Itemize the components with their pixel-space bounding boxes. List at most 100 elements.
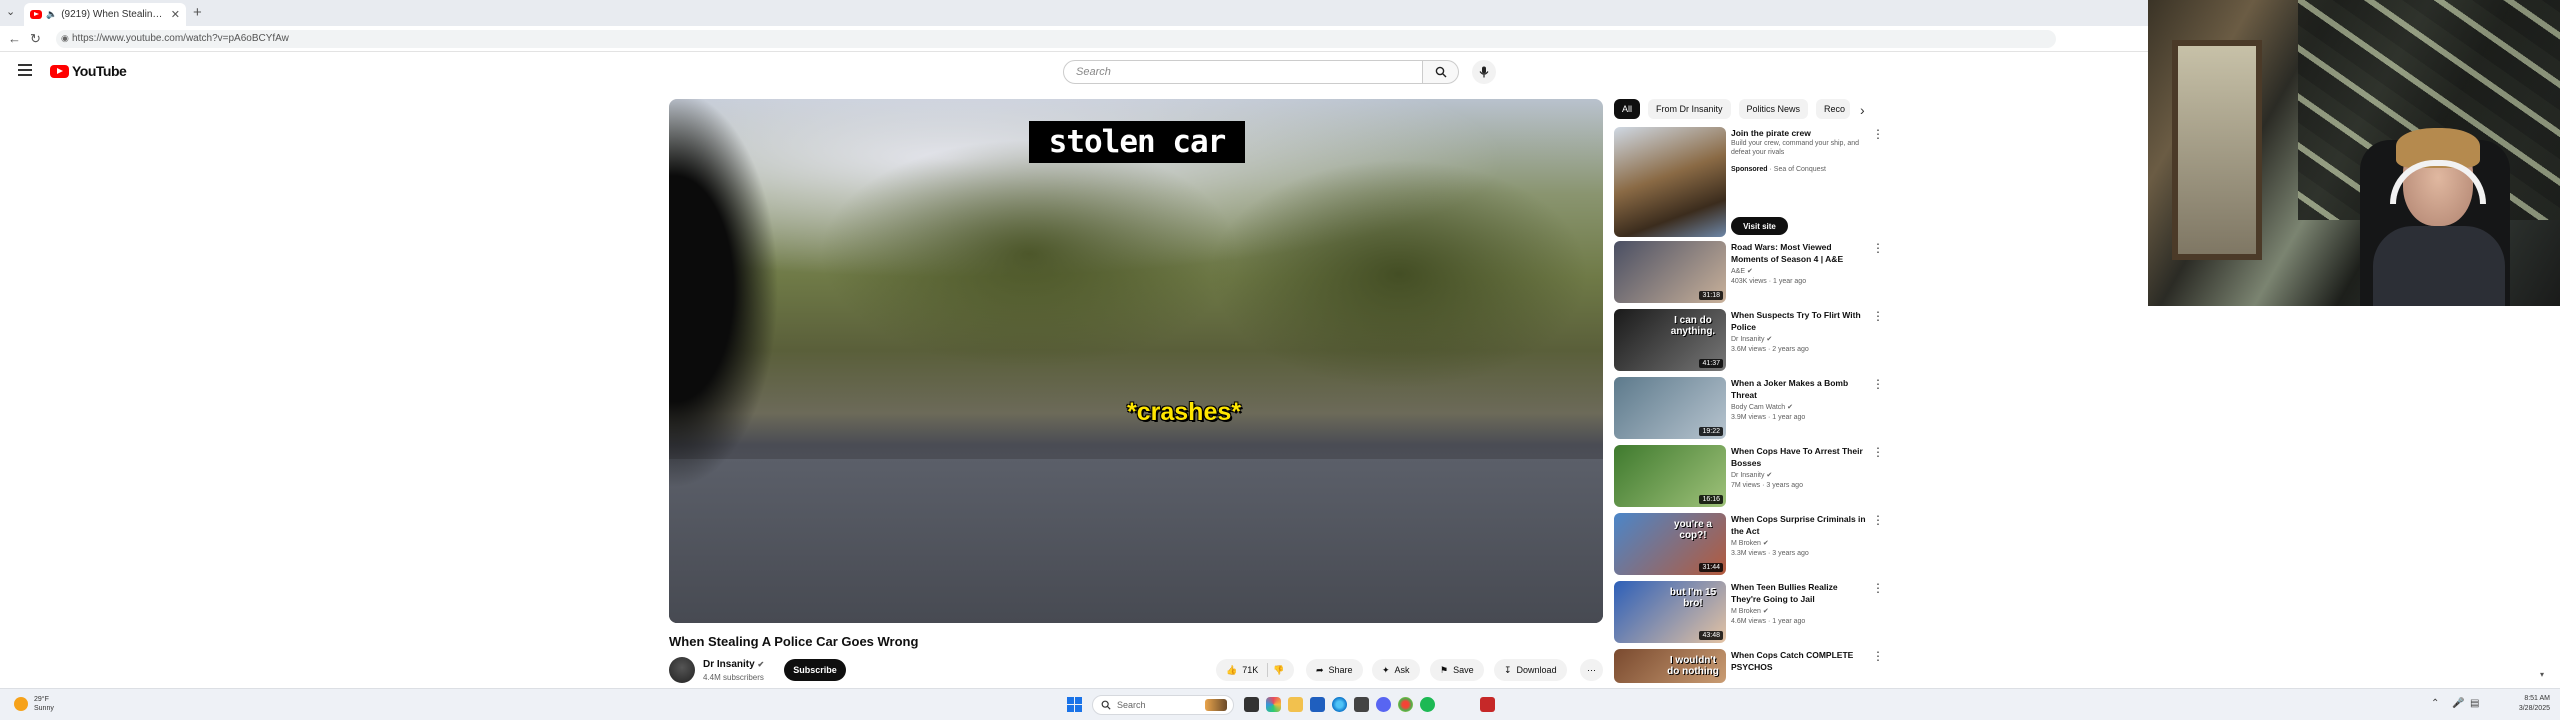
more-vertical-icon[interactable]: ⋮ (1872, 309, 1884, 323)
related-video-channel[interactable]: Dr Insanity ✔ (1731, 471, 1772, 479)
start-button[interactable] (1067, 697, 1082, 712)
share-button[interactable]: ➦ Share (1306, 659, 1363, 681)
related-video-channel[interactable]: Dr Insanity ✔ (1731, 335, 1772, 343)
related-video-meta: 7M views · 3 years ago (1731, 482, 1803, 489)
verified-icon: ✔ (1766, 472, 1773, 479)
voice-search-button[interactable] (1472, 60, 1496, 84)
new-tab-button[interactable]: + (193, 4, 202, 21)
discord-icon[interactable] (1376, 697, 1391, 712)
chip-recommended[interactable]: Reco (1816, 99, 1851, 119)
thumbnail-overlay-text: you're a cop?! (1674, 519, 1712, 541)
video-thumbnail[interactable]: you're a cop?! 31:44 (1614, 513, 1726, 575)
speaker-icon[interactable]: 🔈 (46, 9, 57, 20)
related-video-title[interactable]: When Suspects Try To Flirt With Police (1731, 309, 1869, 333)
channel-name[interactable]: Dr Insanity ✔ (703, 659, 764, 670)
back-arrow-icon[interactable]: ← (8, 31, 21, 46)
ad-thumbnail[interactable] (1614, 127, 1726, 237)
youtube-logo[interactable]: YouTube (50, 63, 127, 79)
related-video-title[interactable]: When a Joker Makes a Bomb Threat (1731, 377, 1869, 401)
tray-chevron-icon[interactable]: ⌃ (2431, 698, 2439, 709)
verified-icon: ✔ (1762, 608, 1769, 615)
more-actions-button[interactable]: ⋯ (1580, 659, 1603, 681)
related-video-meta: 3.3M views · 3 years ago (1731, 550, 1809, 557)
store-icon[interactable] (1310, 697, 1325, 712)
chip-politics-news[interactable]: Politics News (1738, 99, 1809, 119)
chevron-right-icon[interactable]: › (1860, 102, 1865, 118)
channel-avatar[interactable] (669, 657, 695, 683)
tab-list-chevron-icon[interactable]: ⌄ (6, 5, 15, 18)
video-thumbnail[interactable]: 19:22 (1614, 377, 1726, 439)
ad-title: Join the pirate crew (1731, 128, 1811, 138)
video-thumbnail[interactable]: I wouldn't do nothing (1614, 649, 1726, 683)
chip-all[interactable]: All (1614, 99, 1641, 119)
related-video-title[interactable]: When Cops Surprise Criminals in the Act (1731, 513, 1869, 537)
related-video-item[interactable]: 19:22 When a Joker Makes a Bomb Threat Bod… (1614, 377, 1884, 439)
app-icon[interactable] (1354, 697, 1369, 712)
url-field[interactable]: ◉ https://www.youtube.com/watch?v=pA6oBC… (56, 30, 2056, 48)
related-video-channel[interactable]: M Broken ✔ (1731, 539, 1769, 547)
youtube-masthead: YouTube Search (0, 52, 2148, 92)
spotify-icon[interactable] (1420, 697, 1435, 712)
network-icon[interactable]: ▤ (2470, 698, 2479, 709)
edge-icon[interactable] (1332, 697, 1347, 712)
download-icon: ↧ (1504, 664, 1512, 675)
related-video-item[interactable]: I can do anything. 41:37 When Suspects Try… (1614, 309, 1884, 371)
system-clock[interactable]: 8:51 AM 3/28/2025 (2490, 694, 2550, 714)
video-thumbnail[interactable]: 16:16 (1614, 445, 1726, 507)
ask-button[interactable]: ✦ Ask (1372, 659, 1420, 681)
chip-from-channel[interactable]: From Dr Insanity (1648, 99, 1731, 119)
video-player[interactable]: stolen car *crashes* (669, 99, 1603, 623)
more-vertical-icon[interactable]: ⋮ (1872, 377, 1884, 391)
chrome-icon[interactable] (1398, 697, 1413, 712)
more-vertical-icon[interactable]: ⋮ (1872, 513, 1884, 527)
video-duration: 16:16 (1699, 495, 1723, 504)
like-button[interactable]: 👍 71K 👎 (1216, 659, 1295, 681)
browser-tab-active[interactable]: 🔈 (9219) When Stealing A Police... ✕ (24, 3, 186, 26)
more-vertical-icon[interactable]: ⋮ (1872, 127, 1884, 141)
weather-widget[interactable]: 29°F Sunny (14, 695, 54, 713)
related-video-channel[interactable]: A&E ✔ (1731, 267, 1753, 275)
thumbs-down-icon[interactable]: 👎 (1273, 665, 1284, 676)
visit-site-button[interactable]: Visit site (1731, 217, 1788, 235)
related-video-item[interactable]: but I'm 15 bro! 43:48 When Teen Bullies Re… (1614, 581, 1884, 643)
more-vertical-icon[interactable]: ⋮ (1872, 445, 1884, 459)
menu-icon[interactable] (18, 64, 32, 76)
taskbar-search[interactable]: Search (1092, 695, 1234, 715)
related-video-channel[interactable]: M Broken ✔ (1731, 607, 1769, 615)
video-caption-sfx: *crashes* (1127, 398, 1241, 426)
related-video-meta: 4.6M views · 1 year ago (1731, 618, 1806, 625)
task-view-icon[interactable] (1244, 697, 1259, 712)
copilot-icon[interactable] (1266, 697, 1281, 712)
more-vertical-icon[interactable]: ⋮ (1872, 581, 1884, 595)
related-video-title[interactable]: When Cops Have To Arrest Their Bosses (1731, 445, 1869, 469)
search-input[interactable]: Search (1063, 60, 1423, 84)
related-video-item[interactable]: you're a cop?! 31:44 When Cops Surprise Cr… (1614, 513, 1884, 575)
related-video-title[interactable]: When Cops Catch COMPLETE PSYCHOS (1731, 649, 1869, 673)
video-thumbnail[interactable]: I can do anything. 41:37 (1614, 309, 1726, 371)
search-button[interactable] (1423, 60, 1459, 84)
file-explorer-icon[interactable] (1288, 697, 1303, 712)
reload-icon[interactable]: ↻ (30, 31, 41, 47)
related-video-item[interactable]: 31:18 Road Wars: Most Viewed Moments of S… (1614, 241, 1884, 303)
scroll-arrow-icon[interactable]: ▾ (2540, 670, 2544, 679)
related-video-title[interactable]: Road Wars: Most Viewed Moments of Season… (1731, 241, 1869, 265)
youtube-logo-text: YouTube (72, 63, 127, 79)
more-vertical-icon[interactable]: ⋮ (1872, 241, 1884, 255)
tab-close-icon[interactable]: ✕ (171, 8, 180, 21)
subscribe-button[interactable]: Subscribe (784, 659, 846, 681)
site-info-icon[interactable]: ◉ (61, 33, 69, 44)
related-video-item[interactable]: 16:16 When Cops Have To Arrest Their Boss… (1614, 445, 1884, 507)
verified-icon: ✔ (1762, 540, 1769, 547)
related-video-item[interactable]: I wouldn't do nothing When Cops Catch COM… (1614, 649, 1884, 683)
video-thumbnail[interactable]: but I'm 15 bro! 43:48 (1614, 581, 1726, 643)
video-duration: 31:18 (1699, 291, 1723, 300)
download-button[interactable]: ↧ Download (1494, 659, 1567, 681)
related-video-title[interactable]: When Teen Bullies Realize They're Going … (1731, 581, 1869, 605)
verified-icon: ✔ (1746, 268, 1753, 275)
save-button[interactable]: ⚑ Save (1430, 659, 1484, 681)
related-video-channel[interactable]: Body Cam Watch ✔ (1731, 403, 1793, 411)
mic-tray-icon[interactable]: 🎤 (2452, 698, 2464, 709)
video-thumbnail[interactable]: 31:18 (1614, 241, 1726, 303)
recording-app-icon[interactable] (1480, 697, 1495, 712)
more-vertical-icon[interactable]: ⋮ (1872, 649, 1884, 663)
